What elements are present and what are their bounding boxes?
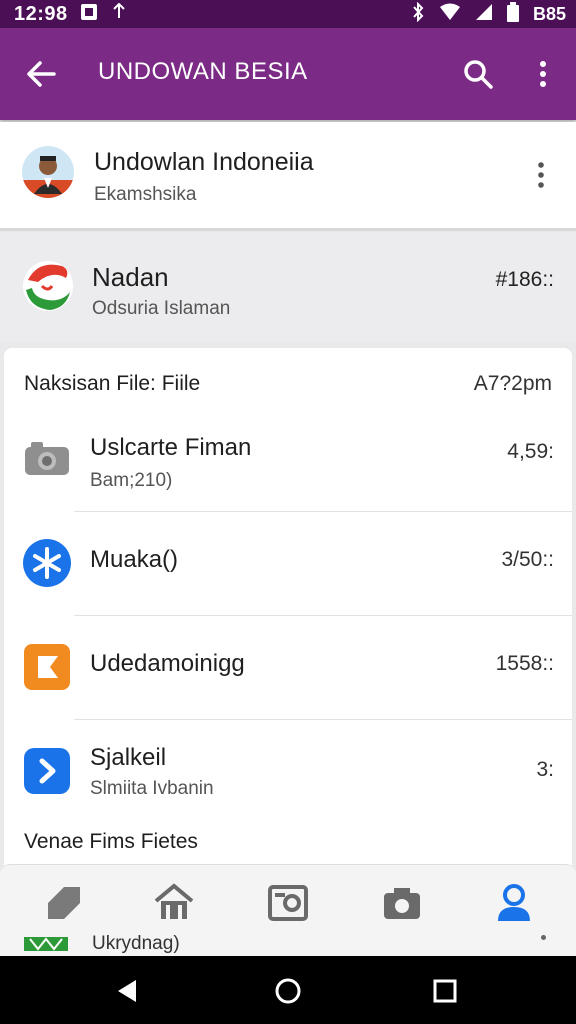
list-item-sub: Bam;210)	[90, 470, 173, 491]
files-panel: Naksisan File: Fiile A7?2pm Uslcarte Fim…	[4, 348, 572, 878]
group-card[interactable]: Nadan Odsuria Islaman #186::	[0, 232, 576, 342]
page-title: UNDOWAN BESIA	[98, 58, 308, 85]
files-header: Naksisan File: Fiile	[24, 372, 201, 395]
list-item-name: Udedamoinigg	[90, 650, 245, 677]
list-item-value: 3/50::	[501, 548, 554, 571]
list-item-value: 1558::	[495, 652, 554, 675]
battery-text: B85	[532, 3, 566, 24]
system-nav-bar	[0, 956, 576, 1024]
list-item-sub: Slmiita Ivbanin	[90, 778, 214, 799]
list-item-name: Uslcarte Fiman	[90, 434, 252, 461]
flag-icon	[22, 642, 72, 692]
back-arrow-icon[interactable]	[24, 56, 60, 92]
home-button-icon[interactable]	[273, 976, 303, 1006]
indicator-dot	[541, 935, 546, 940]
battery-icon	[506, 1, 519, 27]
home-icon[interactable]	[152, 881, 196, 925]
list-item-name: Sjalkeil	[90, 744, 167, 771]
chevron-icon	[22, 746, 72, 796]
signal-icon	[475, 3, 493, 26]
more-vert-icon[interactable]	[530, 160, 552, 190]
account-name: Undowlan Indoneiia	[94, 148, 314, 176]
list-item-name: Muaka()	[90, 546, 179, 573]
list-item[interactable]: Sjalkeil Slmiita Ivbanin 3:	[4, 720, 572, 824]
status-bar: 12:98 B85	[0, 0, 576, 28]
indonesia-logo-icon	[22, 258, 74, 319]
group-subtitle: Odsuria Islaman	[92, 298, 231, 319]
asterisk-icon	[22, 538, 72, 588]
group-count: #186::	[495, 268, 554, 291]
account-subtitle: Ekamshsika	[94, 184, 197, 205]
files-footer-label: Venae Fims Fietes	[24, 830, 198, 853]
app-bar: UNDOWAN BESIA	[0, 28, 576, 120]
wifi-icon	[439, 3, 461, 26]
bluetooth-icon	[411, 1, 425, 27]
recents-icon[interactable]	[430, 976, 460, 1006]
bottom-nav: Ukrydnag)	[0, 864, 576, 957]
list-item-value: 3:	[536, 758, 554, 781]
group-name: Nadan	[92, 262, 169, 292]
list-item-value: 4,59:	[507, 440, 554, 463]
download-icon	[112, 2, 126, 26]
search-icon[interactable]	[462, 58, 494, 90]
bottom-nav-label: Ukrydnag)	[92, 933, 180, 954]
avatar	[22, 146, 74, 198]
document-icon[interactable]	[266, 881, 310, 925]
camera-icon[interactable]	[380, 881, 424, 925]
gallery-icon	[80, 3, 98, 26]
list-item[interactable]: Udedamoinigg 1558::	[4, 616, 572, 720]
back-icon[interactable]	[112, 976, 142, 1006]
tag-icon[interactable]	[42, 881, 86, 925]
files-time: A7?2pm	[473, 372, 552, 395]
profile-icon[interactable]	[492, 881, 536, 925]
list-item[interactable]: Muaka() 3/50::	[4, 512, 572, 616]
status-time: 12:98	[14, 2, 68, 25]
more-vert-icon[interactable]	[528, 58, 558, 90]
account-card[interactable]: Undowlan Indoneiia Ekamshsika	[0, 122, 576, 231]
flag-icon	[24, 937, 68, 951]
list-item[interactable]: Uslcarte Fiman Bam;210) 4,59:	[4, 408, 572, 512]
camera-icon	[22, 434, 72, 484]
